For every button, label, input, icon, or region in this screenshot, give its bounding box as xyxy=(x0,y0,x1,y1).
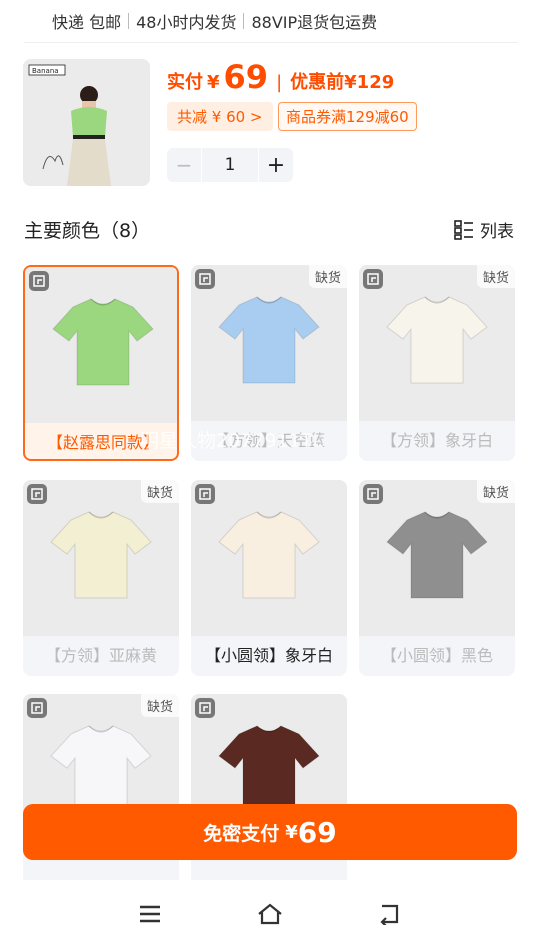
home-icon xyxy=(258,903,282,925)
discount-chip[interactable]: 共减 ¥ 60 > xyxy=(167,102,273,131)
brand-label: Banana xyxy=(32,67,59,75)
coupon-chip[interactable]: 商品券满129减60 xyxy=(278,102,417,131)
list-view-toggle[interactable]: 列表 xyxy=(454,217,514,242)
menu-button[interactable] xyxy=(135,900,165,928)
color-name: 【小圆领】象牙白 xyxy=(204,646,333,665)
price-divider: | xyxy=(276,72,283,93)
overlay-watermark: 明星人物2077911TL xyxy=(140,430,323,452)
back-icon xyxy=(380,904,399,925)
color-swatch-image xyxy=(25,267,177,423)
color-swatch-image xyxy=(191,265,347,421)
menu-icon xyxy=(140,905,160,923)
out-of-stock-badge: 缺货 xyxy=(476,480,515,503)
price-currency: ¥ xyxy=(207,72,220,93)
colors-title: 主要颜色（8） xyxy=(24,220,151,242)
divider xyxy=(24,42,518,43)
list-icon xyxy=(454,219,473,240)
color-swatch-image xyxy=(23,480,179,636)
pay-label: 免密支付 xyxy=(203,822,280,845)
pay-button[interactable]: 免密支付 ¥ 69 xyxy=(23,804,517,860)
color-name: 【方领】亚麻黄 xyxy=(44,646,157,665)
expand-icon[interactable] xyxy=(29,271,49,291)
price-row: 实付 ¥ 69 | 优惠前 ¥129 xyxy=(167,58,394,96)
out-of-stock-badge: 缺货 xyxy=(140,480,179,503)
home-button[interactable] xyxy=(255,900,285,928)
expand-icon[interactable] xyxy=(27,484,47,504)
quantity-stepper: − 1 + xyxy=(167,148,293,182)
expand-icon[interactable] xyxy=(27,698,47,718)
color-card[interactable] xyxy=(191,694,347,890)
product-thumbnail[interactable]: Banana xyxy=(23,59,150,186)
original-price: ¥129 xyxy=(344,72,395,93)
pay-amount: 69 xyxy=(297,815,337,849)
color-card[interactable]: 缺货【方领】象牙白 xyxy=(359,265,515,461)
expand-icon[interactable] xyxy=(363,269,383,289)
expand-icon[interactable] xyxy=(363,484,383,504)
out-of-stock-badge: 缺货 xyxy=(308,265,347,288)
service-divider xyxy=(243,13,245,29)
expand-icon[interactable] xyxy=(195,484,215,504)
original-price-label: 优惠前 xyxy=(290,72,345,93)
color-name: 【小圆领】黑色 xyxy=(380,646,493,665)
increment-button[interactable]: + xyxy=(259,153,293,178)
decrement-button[interactable]: − xyxy=(167,153,201,177)
service-divider xyxy=(128,13,130,29)
out-of-stock-badge: 缺货 xyxy=(476,265,515,288)
color-card[interactable]: 缺货 xyxy=(23,694,179,890)
color-swatch-image xyxy=(359,480,515,636)
quantity-value[interactable]: 1 xyxy=(201,148,259,182)
color-swatch-image xyxy=(191,480,347,636)
back-button[interactable] xyxy=(375,900,405,928)
price-value: 69 xyxy=(223,58,269,96)
service-shipping: 快递 包邮 xyxy=(52,13,122,32)
expand-icon[interactable] xyxy=(195,269,215,289)
pay-currency: ¥ xyxy=(285,821,298,843)
color-card[interactable]: 【小圆领】象牙白 xyxy=(191,480,347,676)
model-in-green-shirt-photo: Banana xyxy=(23,59,150,186)
service-return: 88VIP退货包运费 xyxy=(251,13,378,32)
expand-icon[interactable] xyxy=(195,698,215,718)
color-name: 【方领】象牙白 xyxy=(380,431,493,450)
color-swatch-image xyxy=(359,265,515,421)
service-bar: 快递 包邮 48小时内发货 88VIP退货包运费 xyxy=(0,0,540,42)
service-dispatch: 48小时内发货 xyxy=(136,13,237,32)
color-card[interactable]: 缺货【方领】亚麻黄 xyxy=(23,480,179,676)
color-card[interactable]: 缺货【小圆领】黑色 xyxy=(359,480,515,676)
system-nav-bar xyxy=(0,880,540,946)
list-toggle-label: 列表 xyxy=(480,222,514,242)
out-of-stock-badge: 缺货 xyxy=(140,694,179,717)
price-label: 实付 xyxy=(167,72,203,93)
